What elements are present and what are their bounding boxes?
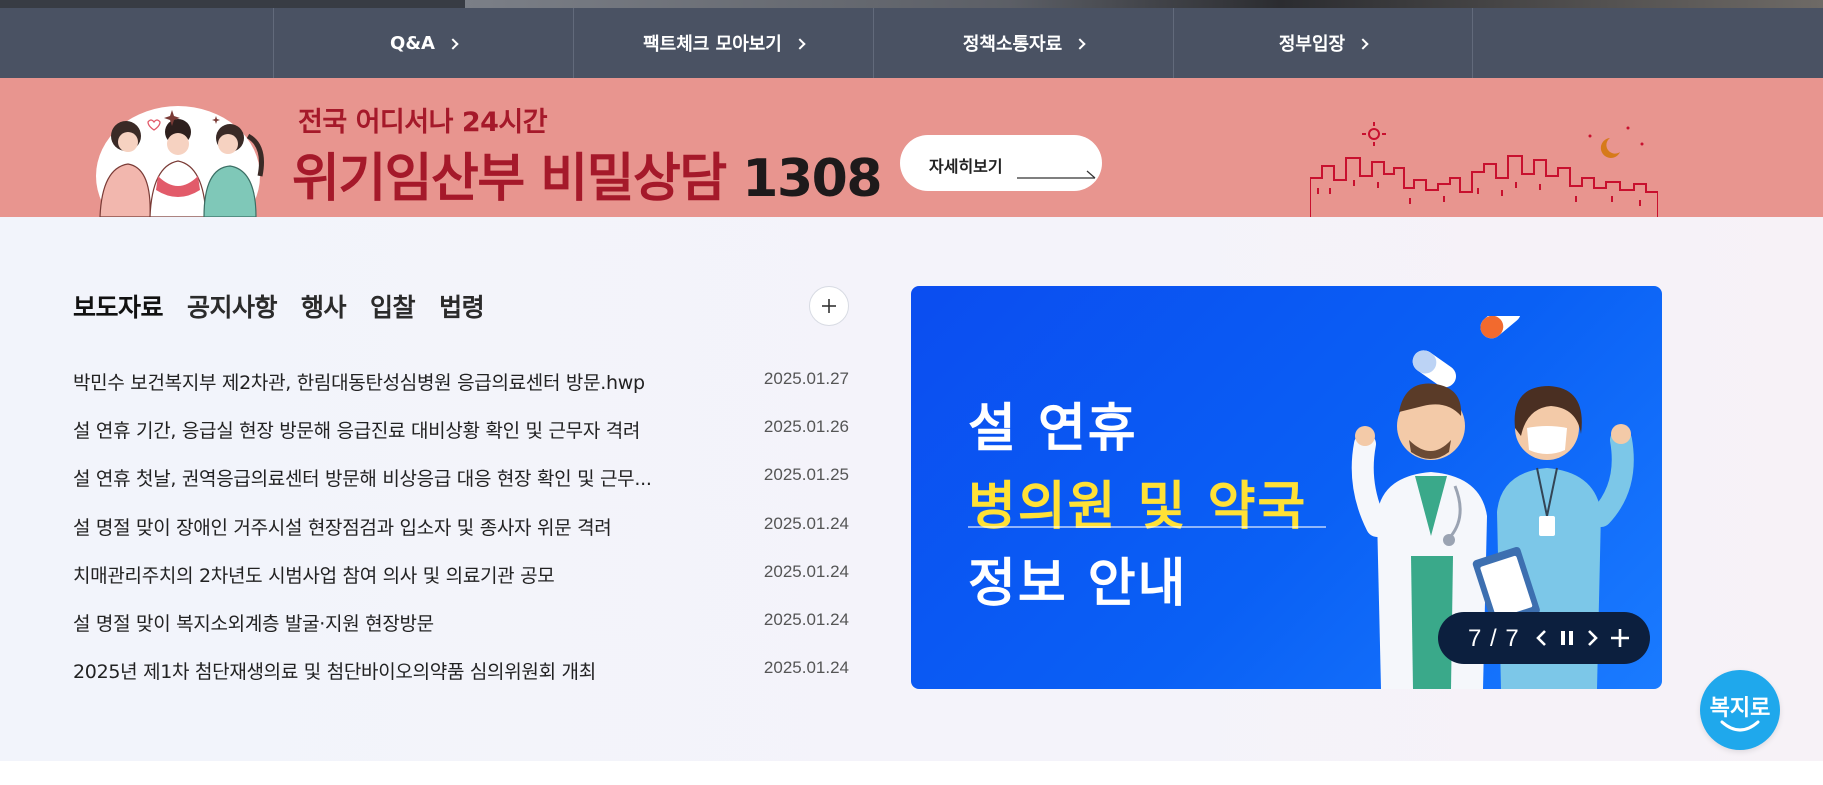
quick-nav-policy-materials[interactable]: 정책소통자료 (873, 8, 1173, 78)
tab-events[interactable]: 행사 (301, 292, 347, 324)
press-release-list: 박민수 보건복지부 제2차관, 한림대동탄성심병원 응급의료센터 방문.hwp … (73, 356, 849, 693)
list-item[interactable]: 설 명절 맞이 장애인 거주시설 현장점검과 입소자 및 종사자 위문 격려 2… (73, 501, 849, 549)
promo-line-3: 정보 안내 (968, 554, 1188, 614)
banner-title-text: 위기임산부 비밀상담 (292, 149, 743, 209)
quick-nav-label: 팩트체크 모아보기 (643, 34, 782, 55)
top-hero-edge (0, 0, 1823, 8)
list-item[interactable]: 설 명절 맞이 복지소외계층 발굴·지원 현장방문 2025.01.24 (73, 597, 849, 645)
tab-label: 입찰 (370, 293, 416, 322)
tab-notices[interactable]: 공지사항 (187, 292, 278, 324)
bokjiro-label: 복지로 (1709, 696, 1771, 721)
quick-nav-label: 정부입장 (1278, 34, 1346, 55)
plus-icon (822, 299, 836, 313)
pause-icon[interactable] (1555, 626, 1579, 650)
list-item-title: 치매관리주치의 2차년도 시범사업 참여 의사 및 의료기관 공모 (73, 564, 555, 587)
promo-slide[interactable]: 설 연휴 병의원 및 약국 정보 안내 7 / 7 (911, 286, 1662, 689)
slide-counter: 7 / 7 (1468, 625, 1520, 652)
list-item-date: 2025.01.24 (763, 561, 849, 581)
list-item[interactable]: 설 연휴 첫날, 권역응급의료센터 방문해 비상응급 대응 현장 확인 및 근무… (73, 452, 849, 500)
crisis-pregnancy-banner[interactable]: 전국 어디서나 24시간 위기임산부 비밀상담 1308 자세히보기 (0, 78, 1823, 217)
hero-image-edge (465, 0, 1823, 8)
list-item-date: 2025.01.27 (763, 369, 849, 388)
list-item[interactable]: 2025년 제1차 첨단재생의료 및 첨단바이오의약품 심의위원회 개최 202… (73, 645, 849, 693)
quick-nav-label: 정책소통자료 (962, 34, 1063, 55)
chevron-right-icon (1074, 37, 1086, 50)
banner-title: 위기임산부 비밀상담 1308 (292, 136, 883, 211)
arrow-right-icon (1017, 170, 1096, 179)
list-item-title: 설 연휴 기간, 응급실 현장 방문해 응급진료 대비상황 확인 및 근무자 격… (73, 420, 641, 443)
banner-more-label: 자세히보기 (929, 157, 1003, 176)
tab-label: 법령 (439, 293, 485, 322)
city-skyline-illustration (1310, 122, 1658, 217)
promo-divider (968, 526, 1326, 528)
chevron-right-icon (794, 37, 806, 50)
list-item-title: 설 명절 맞이 장애인 거주시설 현장점검과 입소자 및 종사자 위문 격려 (73, 516, 612, 539)
list-item[interactable]: 치매관리주치의 2차년도 시범사업 참여 의사 및 의료기관 공모 2025.0… (73, 549, 849, 597)
banner-more-button[interactable]: 자세히보기 (900, 135, 1102, 191)
chevron-right-icon[interactable] (1580, 626, 1604, 650)
tab-press-release[interactable]: 보도자료 (69, 292, 167, 324)
slider-controls: 7 / 7 (1438, 612, 1650, 664)
board-tabs: 보도자료 공지사항 행사 입찰 법령 (69, 292, 508, 324)
list-item-date: 2025.01.26 (763, 417, 849, 437)
quick-nav-government-position[interactable]: 정부입장 (1173, 8, 1473, 78)
women-illustration (96, 106, 264, 217)
banner-subtitle: 전국 어디서나 24시간 (298, 107, 548, 138)
chevron-right-icon (1357, 37, 1369, 50)
list-item-date: 2025.01.24 (763, 513, 849, 533)
list-item-title: 2025년 제1차 첨단재생의료 및 첨단바이오의약품 심의위원회 개최 (73, 661, 596, 684)
quick-nav: Q&A 팩트체크 모아보기 정책소통자료 정부입장 (0, 8, 1823, 78)
list-item[interactable]: 설 연휴 기간, 응급실 현장 방문해 응급진료 대비상황 확인 및 근무자 격… (73, 404, 849, 452)
page: Q&A 팩트체크 모아보기 정책소통자료 정부입장 전국 어디서나 24시간 위… (0, 0, 1823, 785)
bokjiro-floating-button[interactable]: 복지로 (1700, 670, 1780, 750)
quick-nav-label: Q&A (390, 32, 435, 54)
main-content: 보도자료 공지사항 행사 입찰 법령 박민수 보건복지부 제2차관, 한림대동탄… (0, 217, 1823, 761)
plus-icon[interactable] (1608, 626, 1632, 650)
quick-nav-factcheck[interactable]: 팩트체크 모아보기 (573, 8, 873, 78)
list-item[interactable]: 박민수 보건복지부 제2차관, 한림대동탄성심병원 응급의료센터 방문.hwp … (73, 356, 849, 404)
tab-label: 행사 (301, 293, 347, 322)
chevron-right-icon (447, 37, 459, 50)
tab-laws[interactable]: 법령 (439, 292, 485, 324)
list-item-date: 2025.01.25 (763, 465, 849, 485)
quick-nav-qna[interactable]: Q&A (273, 8, 573, 78)
list-item-date: 2025.01.24 (763, 658, 849, 678)
list-item-title: 박민수 보건복지부 제2차관, 한림대동탄성심병원 응급의료센터 방문.hwp (73, 372, 645, 394)
tab-label: 보도자료 (73, 293, 164, 322)
list-item-title: 설 연휴 첫날, 권역응급의료센터 방문해 비상응급 대응 현장 확인 및 근무… (73, 468, 652, 491)
chevron-left-icon[interactable] (1530, 626, 1554, 650)
list-item-date: 2025.01.24 (763, 609, 849, 629)
tab-label: 공지사항 (187, 293, 278, 322)
promo-line-1: 설 연휴 (968, 399, 1138, 459)
board-more-button[interactable] (809, 286, 849, 326)
banner-hotline-number: 1308 (742, 149, 882, 209)
list-item-title: 설 명절 맞이 복지소외계층 발굴·지원 현장방문 (73, 612, 434, 635)
tab-bids[interactable]: 입찰 (370, 292, 416, 324)
smile-icon (1720, 720, 1760, 732)
